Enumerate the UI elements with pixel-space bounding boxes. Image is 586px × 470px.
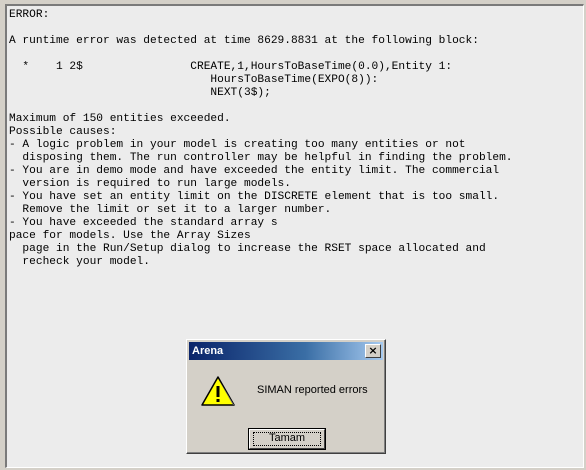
warning-icon <box>201 376 235 406</box>
ok-button[interactable]: Tamam <box>248 428 326 450</box>
log-line: - A logic problem in your model is creat… <box>9 139 466 151</box>
log-line: recheck your model. <box>9 256 150 268</box>
log-line: - You have set an entity limit on the DI… <box>9 191 500 203</box>
log-line: Maximum of 150 entities exceeded. <box>9 113 231 125</box>
dialog-message: SIMAN reported errors <box>257 384 368 396</box>
log-line: page in the Run/Setup dialog to increase… <box>9 243 486 255</box>
log-line: Remove the limit or set it to a larger n… <box>9 204 332 216</box>
dialog-title: Arena <box>192 345 224 357</box>
log-line: HoursToBaseTime(EXPO(8)): <box>9 74 379 86</box>
log-line: Possible causes: <box>9 126 117 138</box>
log-line: version is required to run large models. <box>9 178 291 190</box>
close-button[interactable]: × <box>365 344 381 358</box>
focus-rect <box>253 432 321 446</box>
log-line: - You have exceeded the standard array s <box>9 217 278 229</box>
log-line: disposing them. The run controller may b… <box>9 152 513 164</box>
log-line: * 1 2$ CREATE,1,HoursToBaseTime(0.0),Ent… <box>9 61 453 73</box>
log-line: pace for models. Use the Array Sizes <box>9 230 251 242</box>
log-line: ERROR: <box>9 9 50 21</box>
error-log-text: ERROR: A runtime error was detected at ti… <box>7 6 583 269</box>
dialog-titlebar[interactable]: Arena × <box>189 342 383 360</box>
arena-error-dialog: Arena × SIMAN reported errors Tamam <box>186 339 386 454</box>
log-line: A runtime error was detected at time 862… <box>9 35 479 47</box>
log-line: NEXT(3$); <box>9 87 271 99</box>
log-line: - You are in demo mode and have exceeded… <box>9 165 500 177</box>
close-icon: × <box>368 344 378 357</box>
